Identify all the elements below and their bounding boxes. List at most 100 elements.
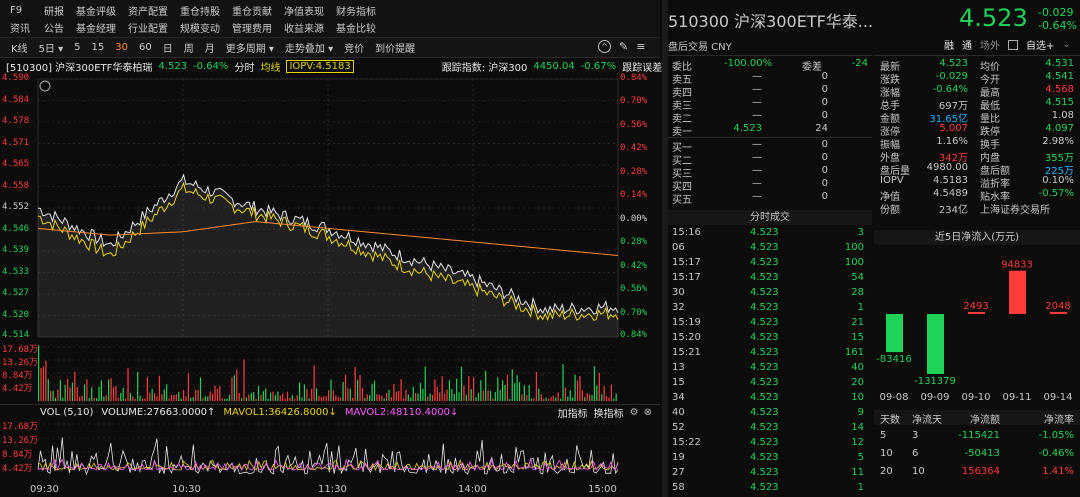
order-row[interactable]: 卖一 4.523 24 — [668, 123, 872, 138]
order-row[interactable]: 买四 —0 — [668, 178, 872, 193]
order-row[interactable]: 卖五 —0 — [668, 71, 872, 86]
otc-button[interactable]: 场外 — [980, 37, 1000, 52]
volume-bar — [76, 386, 78, 401]
nav-item[interactable]: 重仓贡献 — [232, 3, 272, 18]
nav-item[interactable]: 财务指标 — [336, 3, 376, 18]
menu-icon[interactable]: ≡ — [636, 40, 645, 53]
nav-item[interactable]: 基金评级 — [76, 3, 116, 18]
order-price: 4.523 — [733, 123, 762, 134]
volume-bar — [605, 396, 608, 401]
order-row[interactable]: 卖三 —0 — [668, 97, 872, 112]
vol-mavol1: MAVOL1:36426.8000↓ — [223, 407, 337, 418]
nav-item[interactable]: 管理费用 — [232, 20, 272, 35]
nav-item[interactable]: 重仓持股 — [180, 3, 220, 18]
order-row[interactable]: 买一 —0 — [668, 139, 872, 154]
period-item[interactable]: 日 — [163, 40, 173, 55]
tick-list[interactable]: 15:16 4.523 3 06 4.523 100 15:17 4.523 100 15:17 4… — [668, 227, 872, 497]
volume-bar — [233, 375, 235, 401]
period-item[interactable]: 5 — [74, 42, 80, 53]
volume-bar — [296, 395, 298, 401]
volume-bar — [509, 398, 511, 401]
order-row[interactable]: 卖四 —0 — [668, 84, 872, 99]
nav-item[interactable]: 收益来源 — [284, 20, 324, 35]
nav-item[interactable]: 资产配置 — [128, 3, 168, 18]
tick-price: 4.523 — [750, 242, 779, 253]
volume-bar — [83, 384, 86, 401]
order-vol: 0 — [821, 178, 828, 189]
volume-bar — [108, 379, 110, 401]
period-item[interactable]: 更多周期 ▾ — [226, 40, 274, 55]
pct-tick-label: 0.42% — [620, 143, 648, 154]
volume-bar — [557, 392, 559, 401]
add-watchlist-button[interactable]: 自选+ — [1026, 37, 1054, 52]
period-item[interactable]: K线 — [11, 40, 28, 55]
tick-price: 4.523 — [750, 362, 779, 373]
volume-bar — [335, 395, 337, 401]
flow-cell: 5 — [880, 430, 887, 441]
order-vol: 0 — [821, 110, 828, 121]
volume-bar — [248, 394, 250, 401]
period-item[interactable]: 竞价 — [344, 40, 364, 55]
volume-bar — [190, 398, 192, 401]
tick-vol: 54 — [851, 272, 864, 283]
nav-item[interactable]: 基金经理 — [76, 20, 116, 35]
price-chart[interactable] — [0, 75, 660, 343]
order-row[interactable]: 买三 —0 — [668, 165, 872, 180]
volume-bar — [511, 369, 513, 401]
stat-value: 4.541 — [1045, 71, 1074, 82]
collapse-icon[interactable]: ^ — [598, 40, 611, 53]
volume-bar — [289, 397, 291, 401]
chevron-down-icon[interactable]: ⌄ — [1062, 39, 1070, 50]
weibi-value: -100.00% — [724, 58, 773, 69]
flow-table-row: 20 10 156364 1.41% — [874, 466, 1080, 479]
volume-bar — [402, 398, 405, 401]
volume-bar — [214, 385, 216, 401]
period-item[interactable]: 月 — [205, 40, 215, 55]
volume-bar — [311, 388, 313, 401]
tick-price: 4.523 — [750, 302, 779, 313]
flow-header-cell: 净流率 — [1044, 415, 1074, 426]
nav-item[interactable]: 基金比较 — [336, 20, 376, 35]
period-item[interactable]: 到价提醒 — [375, 40, 415, 55]
pct-tick-label: 0.14% — [620, 190, 648, 201]
nav-item[interactable]: 净值表现 — [284, 3, 324, 18]
nav-item[interactable]: 行业配置 — [128, 20, 168, 35]
period-item[interactable]: 5日 ▾ — [39, 40, 64, 55]
volume-bar — [291, 395, 293, 401]
volume-chart[interactable] — [0, 343, 660, 403]
brush-icon[interactable]: ✎ — [619, 40, 628, 53]
chart-info-bar: [510300] 沪深300ETF华泰柏瑞 4.523 -0.64% 分时 均线… — [0, 58, 700, 75]
swap-indicator-button[interactable]: 换指标 — [594, 405, 624, 420]
close-icon[interactable]: ⊗ — [644, 407, 652, 418]
folder-icon[interactable] — [1008, 39, 1018, 50]
tick-row: 15:22 4.523 12 — [668, 437, 872, 450]
volume-bar — [547, 398, 550, 401]
nav-item[interactable]: F9 — [10, 5, 32, 16]
order-row[interactable]: 买五 — 0 — [668, 191, 872, 206]
pct-tick-label: 0.28% — [620, 166, 648, 177]
add-indicator-button[interactable]: 加指标 — [558, 405, 588, 420]
period-item[interactable]: 60 — [139, 42, 152, 53]
connect-badge: 通 — [962, 41, 972, 52]
nav-item[interactable]: 研报 — [44, 3, 64, 18]
period-item[interactable]: 周 — [184, 40, 194, 55]
volume-bar — [526, 395, 528, 401]
time-tick-label: 15:00 — [588, 484, 617, 495]
pct-tick-label: 0.42% — [620, 260, 648, 271]
volume-bar — [521, 394, 523, 401]
volume-bar — [337, 396, 339, 401]
period-item[interactable]: 走势叠加 ▾ — [285, 40, 333, 55]
volume-bar — [390, 397, 393, 401]
volume-bar — [42, 366, 45, 401]
order-row[interactable]: 买二 —0 — [668, 152, 872, 167]
indicator-chart[interactable] — [0, 420, 660, 482]
settings-icon[interactable]: ⚙ — [630, 407, 639, 418]
period-item[interactable]: 30 — [115, 42, 128, 53]
period-item[interactable]: 15 — [92, 42, 105, 53]
nav-item[interactable]: 规模变动 — [180, 20, 220, 35]
volume-bar — [470, 389, 472, 401]
volume-bar — [572, 397, 574, 401]
order-row[interactable]: 卖二 —0 — [668, 110, 872, 125]
nav-item[interactable]: 公告 — [44, 20, 64, 35]
nav-item[interactable]: 资讯 — [10, 20, 32, 35]
